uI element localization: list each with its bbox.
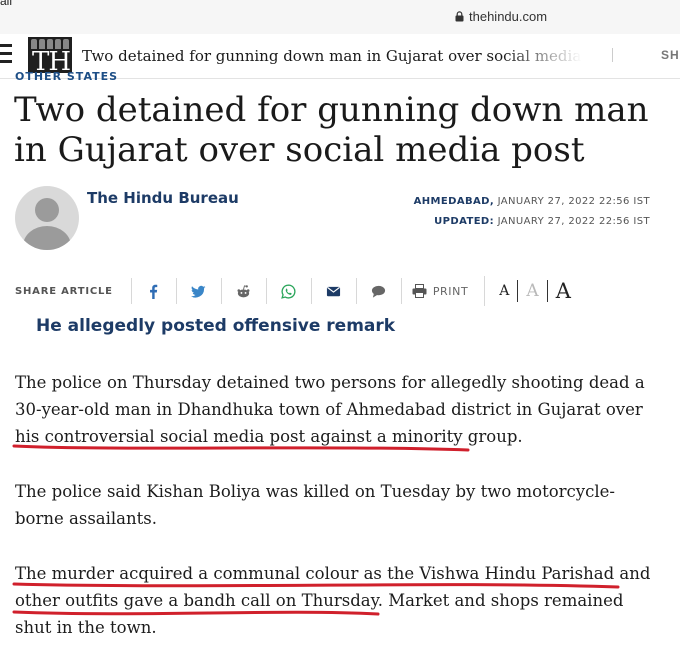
url-text: thehindu.com [469, 9, 548, 24]
reddit-icon[interactable] [220, 278, 266, 304]
email-icon[interactable] [310, 278, 356, 304]
article-paragraph: The police said Kishan Boliya was killed… [15, 482, 615, 528]
font-size-medium-button[interactable]: A [518, 281, 546, 301]
header-article-title: Two detained for gunning down man in Guj… [82, 47, 582, 65]
article-subheading: He allegedly posted offensive remark [36, 316, 396, 336]
published-date-row: AHMEDABAD, JANUARY 27, 2022 22:56 IST [414, 192, 650, 212]
print-label: PRINT [432, 284, 469, 298]
share-article-label: SHARE ARTICLE [15, 285, 113, 297]
author-avatar[interactable] [15, 186, 79, 250]
browser-top-bar: all thehindu.com [0, 0, 680, 34]
facebook-icon[interactable] [130, 278, 176, 304]
whatsapp-icon[interactable] [265, 278, 311, 304]
share-bar: SHARE ARTICLE PRINT A A A [15, 276, 579, 306]
font-size-controls: A A A [484, 276, 579, 306]
dateline: AHMEDABAD, JANUARY 27, 2022 22:56 IST UP… [414, 192, 650, 232]
print-button[interactable]: PRINT [400, 278, 478, 304]
section-label[interactable]: OTHER STATES [15, 70, 118, 80]
header-share-button[interactable]: SHA [612, 48, 680, 62]
article-paragraph: The police on Thursday detained two pers… [15, 373, 645, 446]
location-label: AHMEDABAD, [413, 196, 495, 207]
menu-icon[interactable] [0, 44, 12, 66]
font-size-small-button[interactable]: A [491, 283, 517, 299]
twitter-icon[interactable] [175, 278, 221, 304]
author-name[interactable]: The Hindu Bureau [87, 189, 239, 207]
article-headline: Two detained for gunning down man in Guj… [14, 90, 649, 170]
url-bar[interactable]: thehindu.com [455, 9, 547, 24]
font-size-large-button[interactable]: A [548, 279, 579, 303]
updated-date-row: UPDATED: JANUARY 27, 2022 22:56 IST [414, 212, 650, 232]
lock-icon [455, 11, 464, 22]
published-date: JANUARY 27, 2022 22:56 IST [497, 196, 650, 207]
updated-date: JANUARY 27, 2022 22:56 IST [497, 216, 650, 227]
carrier-text: all [0, 0, 13, 8]
site-logo[interactable]: TH [28, 37, 72, 77]
print-icon [412, 284, 427, 298]
article-paragraph: The murder acquired a communal colour as… [15, 564, 651, 637]
comment-icon[interactable] [355, 278, 401, 304]
updated-label: UPDATED: [434, 216, 495, 227]
